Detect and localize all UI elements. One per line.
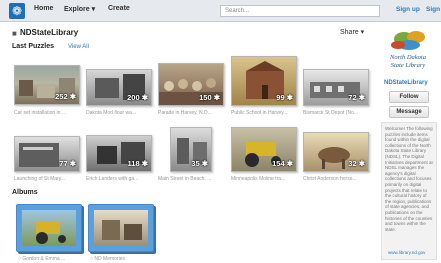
nav-create[interactable]: Create xyxy=(108,5,130,12)
piece-count: 72 ✱ xyxy=(348,93,365,102)
logo-wordmark-line: North Dakota xyxy=(389,54,426,61)
photo-illustration xyxy=(102,220,142,240)
sign-in-link[interactable]: Sign xyxy=(426,6,440,13)
puzzle-thumbnail[interactable]: 72 ✱ xyxy=(303,69,369,106)
message-button[interactable]: Message xyxy=(389,106,429,118)
site-logo-icon[interactable]: ❁ xyxy=(9,3,25,19)
view-all-link[interactable]: View All xyxy=(68,44,89,50)
piece-count: 200 ✱ xyxy=(127,93,148,102)
puzzle-caption[interactable]: Car set installation in ... xyxy=(14,110,82,116)
puzzle-caption[interactable]: Minneapolis Moline tra... xyxy=(231,176,299,182)
album-card[interactable] xyxy=(16,204,82,252)
puzzle-caption[interactable]: Main Street in Beach, ... xyxy=(158,176,226,182)
logo-wordmark-line: State Library xyxy=(391,62,426,69)
nav-explore-dropdown[interactable]: Explore ▾ xyxy=(64,5,95,13)
puzzle-caption[interactable]: Dakota Mod flour wa... xyxy=(86,110,154,116)
sign-up-link[interactable]: Sign up xyxy=(396,6,420,13)
profile-name-link[interactable]: NDStateLibrary xyxy=(384,80,428,86)
puzzle-thumbnail[interactable]: 118 ✱ xyxy=(86,135,152,172)
piece-count: 150 ✱ xyxy=(199,93,220,102)
puzzle-caption[interactable]: Erich Landers with ga... xyxy=(86,176,154,182)
puzzle-thumbnail[interactable]: 77 ✱ xyxy=(14,136,80,172)
album-cover xyxy=(22,210,76,246)
share-dropdown[interactable]: Share ▾ xyxy=(340,28,364,36)
puzzle-caption[interactable]: Public School in Harvey... xyxy=(231,110,299,116)
piece-count: 77 ✱ xyxy=(59,159,76,168)
album-caption[interactable]: ○ Gordon & Emma ... xyxy=(18,256,65,262)
follow-button[interactable]: Follow xyxy=(389,91,429,103)
profile-about: Welcome! The following puzzles include i… xyxy=(381,122,437,260)
puzzle-thumbnail[interactable]: 99 ✱ xyxy=(231,56,297,106)
album-cover xyxy=(94,210,148,246)
puzzle-thumbnail[interactable]: 32 ✱ xyxy=(303,132,369,172)
puzzle-caption[interactable]: Parade in Harvey, N.D... xyxy=(158,110,226,116)
puzzle-thumbnail[interactable]: 252 ✱ xyxy=(14,65,80,105)
piece-count: 154 ✱ xyxy=(272,159,293,168)
piece-count: 99 ✱ xyxy=(276,93,293,102)
puzzle-thumbnail[interactable]: 154 ✱ xyxy=(231,127,297,172)
piece-count: 118 ✱ xyxy=(127,159,148,168)
puzzle-caption[interactable]: Bismarck St Depot (No... xyxy=(303,110,371,116)
puzzle-thumbnail[interactable]: 150 ✱ xyxy=(158,63,224,106)
piece-count: 252 ✱ xyxy=(55,92,76,101)
album-caption[interactable]: ○ ND Memories xyxy=(90,256,125,262)
albums-heading: Albums xyxy=(12,189,38,196)
nav-home[interactable]: Home xyxy=(34,5,53,12)
puzzle-thumbnail[interactable]: 200 ✱ xyxy=(86,69,152,106)
puzzle-thumbnail[interactable]: 35 ✱ xyxy=(170,127,212,172)
user-icon: ■ xyxy=(12,29,17,38)
tractor-illustration xyxy=(36,222,66,244)
search-input[interactable]: Search... xyxy=(220,5,380,17)
last-puzzles-heading: Last Puzzles xyxy=(12,43,55,50)
profile-description: Welcome! The following puzzles include i… xyxy=(385,126,433,232)
puzzle-caption[interactable]: Launching of St Mary... xyxy=(14,176,82,182)
album-caption-text: ND Memories xyxy=(94,256,125,262)
piece-count: 35 ✱ xyxy=(191,159,208,168)
puzzle-caption[interactable]: Christ Anderson horse... xyxy=(303,176,371,182)
album-caption-text: Gordon & Emma ... xyxy=(22,256,66,262)
top-navigation-bar: ❁ Home Explore ▾ Create Search... Sign u… xyxy=(0,0,441,22)
piece-count: 32 ✱ xyxy=(348,159,365,168)
library-logo-graphic: North DakotaState Library xyxy=(389,31,426,69)
library-logo: North Dakota State Library xyxy=(382,27,434,77)
page-title: NDStateLibrary xyxy=(20,28,79,37)
album-card[interactable] xyxy=(88,204,154,252)
website-link[interactable]: www.library.nd.gov xyxy=(388,250,425,255)
